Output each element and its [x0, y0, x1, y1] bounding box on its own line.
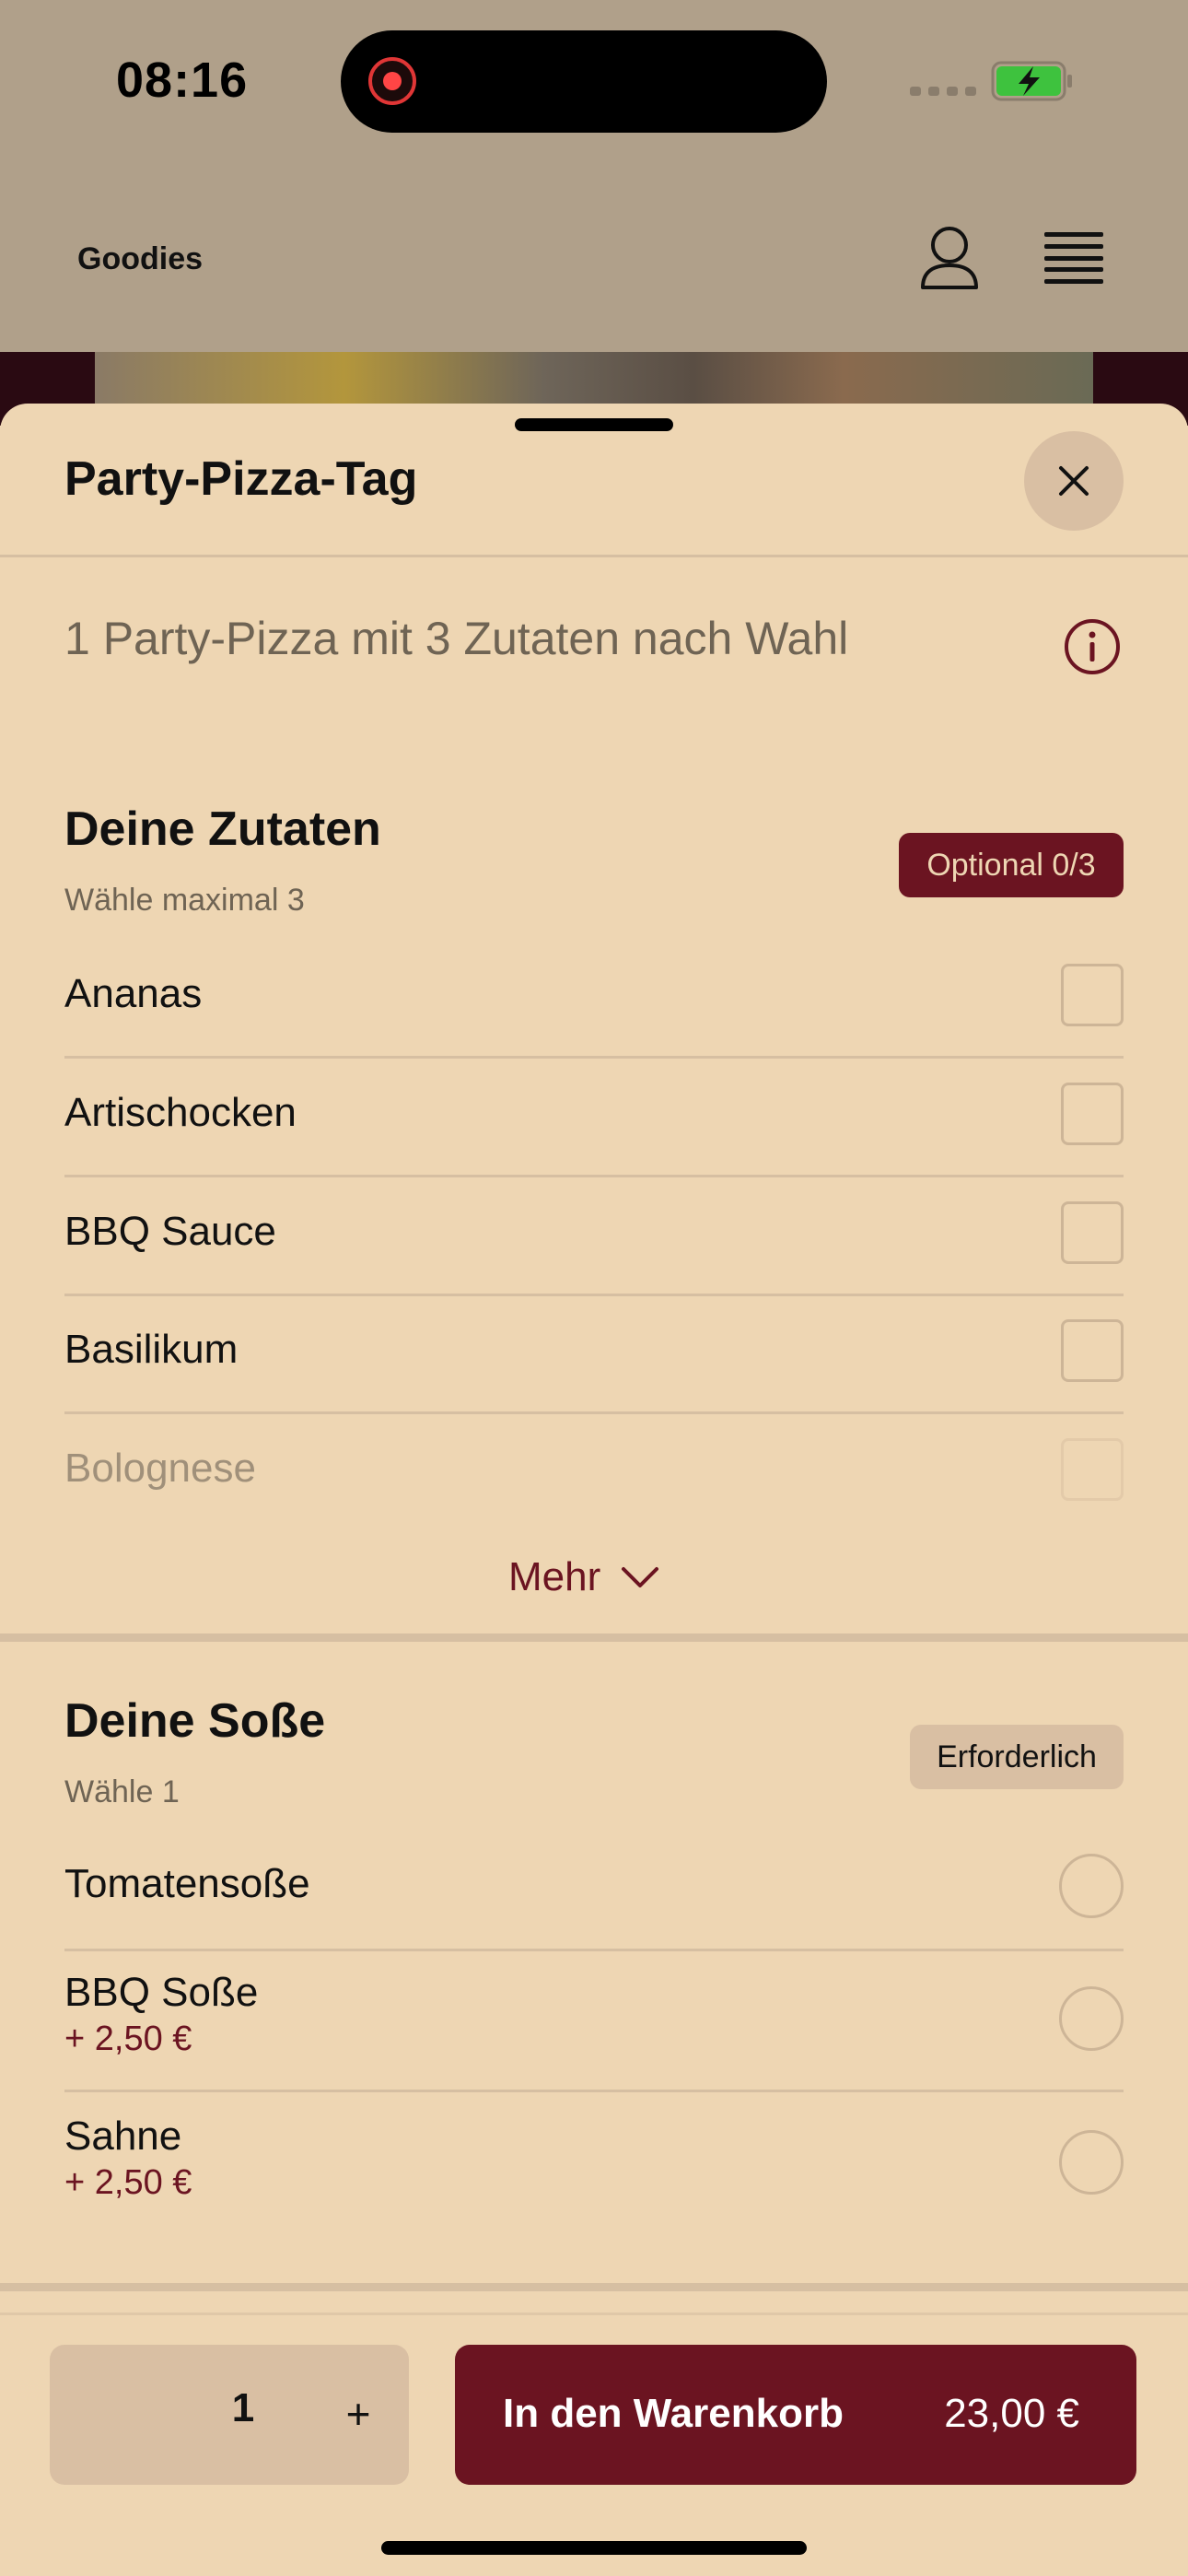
topping-checkbox[interactable] — [1061, 964, 1124, 1026]
cart-button-label: In den Warenkorb — [503, 2391, 844, 2436]
battery-charging-icon — [991, 61, 1072, 101]
row-divider — [64, 1175, 1124, 1177]
sauce-label: Sahne — [64, 2113, 182, 2159]
topping-label: Bolognese — [64, 1446, 256, 1491]
section-divider — [0, 1633, 1188, 1642]
sauce-row[interactable]: BBQ Soße + 2,50 € — [64, 1970, 1124, 2117]
more-label: Mehr — [508, 1554, 601, 1599]
close-button[interactable] — [1024, 431, 1124, 531]
row-divider — [64, 1411, 1124, 1414]
sauce-radio[interactable] — [1059, 1854, 1124, 1918]
row-divider — [64, 2090, 1124, 2092]
sauce-title: Deine Soße — [64, 1694, 326, 1748]
product-sheet: Party-Pizza-Tag 1 Party-Pizza mit 3 Zuta… — [0, 404, 1188, 2576]
topping-row[interactable]: Basilikum — [64, 1319, 1124, 1445]
row-divider — [64, 1294, 1124, 1296]
sauce-radio[interactable] — [1059, 2130, 1124, 2195]
chevron-down-icon — [622, 1567, 659, 1587]
topping-label: Ananas — [64, 971, 203, 1016]
signal-icon — [910, 87, 976, 96]
user-icon[interactable] — [919, 225, 980, 291]
close-icon — [1059, 466, 1089, 496]
increment-button[interactable]: + — [326, 2382, 390, 2446]
sauce-price: + 2,50 € — [64, 2163, 192, 2202]
topping-checkbox[interactable] — [1061, 1438, 1124, 1501]
sauce-label: BBQ Soße — [64, 1970, 259, 2015]
topping-row[interactable]: Artischocken — [64, 1083, 1124, 1208]
sauce-price: + 2,50 € — [64, 2020, 192, 2058]
topping-row[interactable]: Ananas — [64, 964, 1124, 1089]
record-icon — [368, 57, 416, 105]
toppings-title: Deine Zutaten — [64, 802, 381, 856]
topping-row[interactable]: BBQ Sauce — [64, 1201, 1124, 1327]
sheet-grabber[interactable] — [515, 418, 673, 431]
menu-icon[interactable] — [1044, 232, 1103, 284]
topping-checkbox[interactable] — [1061, 1083, 1124, 1145]
sauce-label: Tomatensoße — [64, 1861, 310, 1906]
toppings-subtitle: Wähle maximal 3 — [64, 883, 305, 918]
add-to-cart-button[interactable]: In den Warenkorb 23,00 € — [455, 2345, 1136, 2485]
status-time: 08:16 — [116, 53, 249, 108]
topping-row[interactable]: Bolognese — [64, 1438, 1124, 1519]
sheet-title: Party-Pizza-Tag — [64, 452, 418, 506]
optional-badge: Optional 0/3 — [899, 833, 1124, 897]
topping-label: Artischocken — [64, 1090, 297, 1135]
sauce-row[interactable]: Sahne + 2,50 € — [64, 2113, 1124, 2242]
sauce-radio[interactable] — [1059, 1986, 1124, 2051]
product-description: 1 Party-Pizza mit 3 Zutaten nach Wahl — [64, 613, 849, 664]
row-divider — [64, 1949, 1124, 1951]
required-badge: Erforderlich — [910, 1725, 1124, 1789]
home-indicator[interactable] — [381, 2541, 807, 2555]
quantity-value: 1 — [231, 2385, 255, 2430]
dynamic-island — [341, 30, 827, 133]
divider — [0, 555, 1188, 557]
sauce-subtitle: Wähle 1 — [64, 1774, 180, 1809]
quantity-stepper[interactable]: 1 + — [50, 2345, 409, 2485]
topping-label: BBQ Sauce — [64, 1209, 276, 1254]
section-divider — [0, 2283, 1188, 2291]
bottom-action-bar: 1 + In den Warenkorb 23,00 € — [0, 2313, 1188, 2576]
topping-checkbox[interactable] — [1061, 1201, 1124, 1264]
topping-checkbox[interactable] — [1061, 1319, 1124, 1382]
topping-label: Basilikum — [64, 1327, 239, 1372]
cart-button-price: 23,00 € — [944, 2391, 1079, 2436]
app-title: Goodies — [77, 241, 204, 276]
more-button[interactable]: Mehr — [508, 1550, 659, 1605]
row-divider — [64, 1056, 1124, 1059]
info-icon[interactable] — [1063, 617, 1122, 676]
